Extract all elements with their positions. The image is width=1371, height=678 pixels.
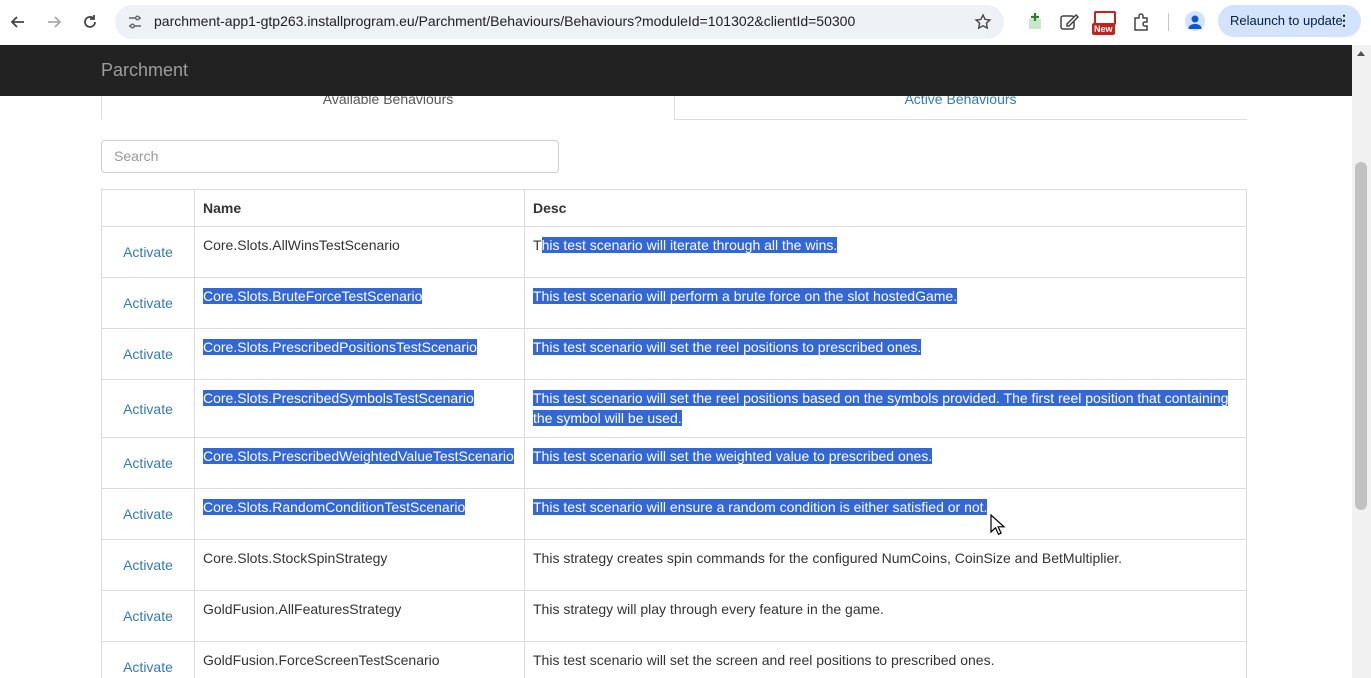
activate-link[interactable]: Activate bbox=[123, 401, 173, 417]
table-row: Activate Core.Slots.StockSpinStrategy Th… bbox=[101, 539, 1247, 591]
behaviour-name: Core.Slots.PrescribedPositionsTestScenar… bbox=[203, 339, 477, 355]
behaviour-name: Core.Slots.PrescribedWeightedValueTestSc… bbox=[203, 448, 514, 464]
behaviour-name: GoldFusion.ForceScreenTestScenario bbox=[194, 641, 525, 678]
table-row: Activate Core.Slots.AllWinsTestScenario … bbox=[101, 226, 1247, 278]
profile-avatar-icon[interactable] bbox=[1185, 11, 1205, 31]
table-row: Activate GoldFusion.ForceScreenTestScena… bbox=[101, 641, 1247, 678]
relaunch-button[interactable]: Relaunch to update ⋮ bbox=[1218, 5, 1361, 37]
behaviour-name: GoldFusion.AllFeaturesStrategy bbox=[194, 590, 525, 642]
desc-unselected-prefix: T bbox=[533, 237, 542, 253]
table-row: Activate Core.Slots.BruteForceTestScenar… bbox=[101, 277, 1247, 329]
app-navbar: Parchment bbox=[0, 45, 1352, 96]
activate-link[interactable]: Activate bbox=[123, 455, 173, 471]
behaviour-desc: This test scenario will ensure a random … bbox=[533, 499, 988, 515]
desc-selected-text: his test scenario will iterate through a… bbox=[541, 237, 838, 253]
activate-link[interactable]: Activate bbox=[123, 295, 173, 311]
new-extension-icon[interactable]: New bbox=[1092, 11, 1118, 35]
edit-pen-icon[interactable] bbox=[1058, 11, 1080, 33]
table-row: Activate GoldFusion.AllFeaturesStrategy … bbox=[101, 590, 1247, 642]
back-icon[interactable] bbox=[5, 9, 31, 35]
activate-link[interactable]: Activate bbox=[123, 608, 173, 624]
extensions-puzzle-icon[interactable] bbox=[1131, 11, 1153, 33]
scrollbar-thumb[interactable] bbox=[1355, 162, 1367, 510]
behaviours-table: Name Desc Activate Core.Slots.AllWinsTes… bbox=[101, 189, 1247, 678]
site-settings-icon[interactable] bbox=[127, 14, 143, 30]
header-name: Name bbox=[194, 189, 525, 227]
address-bar[interactable]: parchment-app1-gtp263.installprogram.eu/… bbox=[115, 5, 1004, 39]
tab-active-behaviours[interactable]: Active Behaviours bbox=[674, 96, 1247, 120]
activate-link[interactable]: Activate bbox=[123, 244, 173, 260]
browser-toolbar: parchment-app1-gtp263.installprogram.eu/… bbox=[0, 0, 1371, 46]
new-badge-label: New bbox=[1092, 23, 1115, 35]
table-row: Activate Core.Slots.PrescribedWeightedVa… bbox=[101, 437, 1247, 489]
behaviour-name: Core.Slots.StockSpinStrategy bbox=[194, 539, 525, 591]
toolbar-divider bbox=[1168, 13, 1169, 31]
brand-link[interactable]: Parchment bbox=[101, 60, 188, 81]
behaviour-desc: This test scenario will set the reel pos… bbox=[533, 390, 1229, 426]
forward-icon[interactable] bbox=[41, 9, 67, 35]
activate-link[interactable]: Activate bbox=[123, 506, 173, 522]
behaviour-name: Core.Slots.RandomConditionTestScenario bbox=[203, 499, 466, 515]
behaviour-name: Core.Slots.BruteForceTestScenario bbox=[203, 288, 423, 304]
activate-link[interactable]: Activate bbox=[123, 346, 173, 362]
bookmark-star-icon[interactable] bbox=[974, 13, 992, 31]
extension-puzzle-green-icon[interactable] bbox=[1024, 11, 1046, 33]
behaviour-desc: This strategy will play through every fe… bbox=[524, 590, 1247, 642]
more-menu-icon[interactable]: ⋮ bbox=[1337, 13, 1351, 27]
behaviour-name: Core.Slots.PrescribedSymbolsTestScenario bbox=[203, 390, 474, 406]
main-content: Available Behaviours Active Behaviours S… bbox=[0, 96, 1352, 678]
relaunch-label: Relaunch to update bbox=[1230, 13, 1343, 28]
table-row: Activate Core.Slots.PrescribedSymbolsTes… bbox=[101, 379, 1247, 438]
header-action bbox=[101, 189, 195, 227]
behaviour-desc: This test scenario will iterate through … bbox=[524, 226, 1247, 278]
page-scrollbar[interactable] bbox=[1352, 45, 1371, 678]
activate-link[interactable]: Activate bbox=[123, 659, 173, 675]
behaviour-name: Core.Slots.AllWinsTestScenario bbox=[194, 226, 525, 278]
table-row: Activate Core.Slots.RandomConditionTestS… bbox=[101, 488, 1247, 540]
behaviour-desc: This strategy creates spin commands for … bbox=[524, 539, 1247, 591]
behaviour-desc: This test scenario will set the reel pos… bbox=[533, 339, 922, 355]
activate-link[interactable]: Activate bbox=[123, 557, 173, 573]
table-header-row: Name Desc bbox=[101, 189, 1247, 227]
mouse-cursor-icon bbox=[990, 514, 1006, 536]
search-input[interactable]: Search bbox=[101, 140, 559, 173]
behaviour-desc: This test scenario will perform a brute … bbox=[533, 288, 958, 304]
reload-icon[interactable] bbox=[77, 9, 103, 35]
tab-available-behaviours[interactable]: Available Behaviours bbox=[101, 96, 675, 119]
header-desc: Desc bbox=[524, 189, 1247, 227]
table-row: Activate Core.Slots.PrescribedPositionsT… bbox=[101, 328, 1247, 380]
behaviour-tabs: Available Behaviours Active Behaviours bbox=[101, 96, 1247, 120]
url-text: parchment-app1-gtp263.installprogram.eu/… bbox=[154, 13, 856, 29]
behaviour-desc: This test scenario will set the weighted… bbox=[533, 448, 933, 464]
behaviour-desc: This test scenario will set the screen a… bbox=[524, 641, 1247, 678]
scroll-up-arrow-icon[interactable] bbox=[1357, 51, 1365, 56]
